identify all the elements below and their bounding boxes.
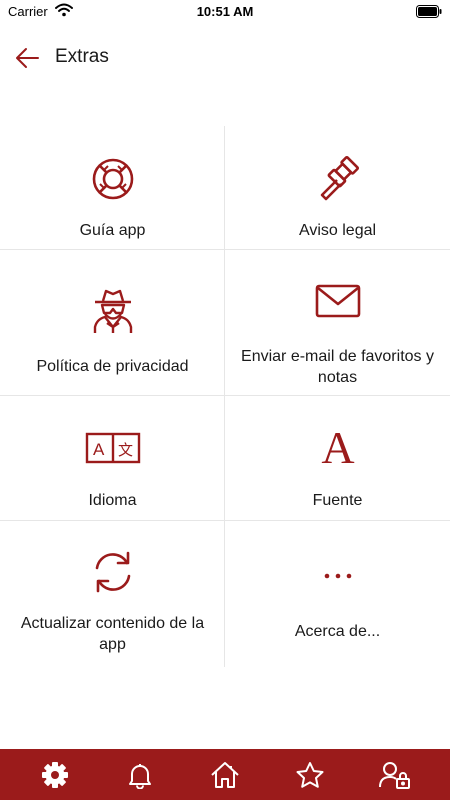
back-button[interactable] xyxy=(14,44,42,72)
grid-row: Guía app Aviso legal xyxy=(0,126,450,250)
fuente-item[interactable]: A Fuente xyxy=(225,396,450,520)
item-label: Idioma xyxy=(88,492,137,509)
status-time: 10:51 AM xyxy=(196,4,254,19)
envelope-icon xyxy=(225,276,450,326)
item-label: Fuente xyxy=(312,492,363,509)
item-label: Política de privacidad xyxy=(36,358,189,375)
idioma-item[interactable]: A 文 Idioma xyxy=(0,396,225,520)
svg-text:A: A xyxy=(93,440,105,459)
item-label: Enviar e-mail de favoritos y notas xyxy=(241,348,434,386)
acerca-de-item[interactable]: Acerca de... xyxy=(225,521,450,667)
star-icon xyxy=(296,761,324,788)
svg-text:文: 文 xyxy=(118,441,133,459)
aviso-legal-item[interactable]: Aviso legal xyxy=(225,126,450,249)
gavel-icon xyxy=(225,154,450,204)
tab-settings[interactable] xyxy=(30,753,80,797)
spy-icon xyxy=(0,286,225,336)
gear-icon xyxy=(41,761,68,788)
extras-grid: Guía app Aviso legal Política de privaci… xyxy=(0,126,450,667)
guia-app-item[interactable]: Guía app xyxy=(0,126,225,249)
user-lock-icon xyxy=(379,761,411,789)
ellipsis-icon xyxy=(225,551,450,601)
tab-favorites[interactable] xyxy=(285,753,335,797)
bell-icon xyxy=(128,763,151,789)
home-icon xyxy=(211,761,239,788)
lifebuoy-icon xyxy=(0,154,225,204)
grid-row: Actualizar contenido de la app Acerca de… xyxy=(0,521,450,667)
page-title: Extras xyxy=(55,46,109,67)
svg-text:A: A xyxy=(321,422,354,469)
enviar-email-item[interactable]: Enviar e-mail de favoritos y notas xyxy=(225,250,450,395)
grid-row: A 文 Idioma A Fuente xyxy=(0,396,450,521)
tab-account[interactable] xyxy=(370,753,420,797)
item-label: Guía app xyxy=(79,222,146,239)
item-label: Acerca de... xyxy=(294,623,381,640)
grid-row: Política de privacidad Enviar e-mail de … xyxy=(0,250,450,396)
actualizar-item[interactable]: Actualizar contenido de la app xyxy=(0,521,225,667)
status-bar: Carrier 10:51 AM xyxy=(0,0,450,24)
font-icon: A xyxy=(225,420,450,470)
tab-home[interactable] xyxy=(200,753,250,797)
battery-icon xyxy=(416,5,442,23)
translate-icon: A 文 xyxy=(0,423,225,473)
arrow-left-icon xyxy=(16,48,39,68)
header: Extras xyxy=(0,36,450,80)
tab-bar xyxy=(0,749,450,800)
item-label: Actualizar contenido de la app xyxy=(20,615,205,653)
politica-privacidad-item[interactable]: Política de privacidad xyxy=(0,250,225,395)
refresh-icon xyxy=(0,547,225,597)
item-label: Aviso legal xyxy=(298,222,377,239)
tab-notifications[interactable] xyxy=(115,753,165,797)
